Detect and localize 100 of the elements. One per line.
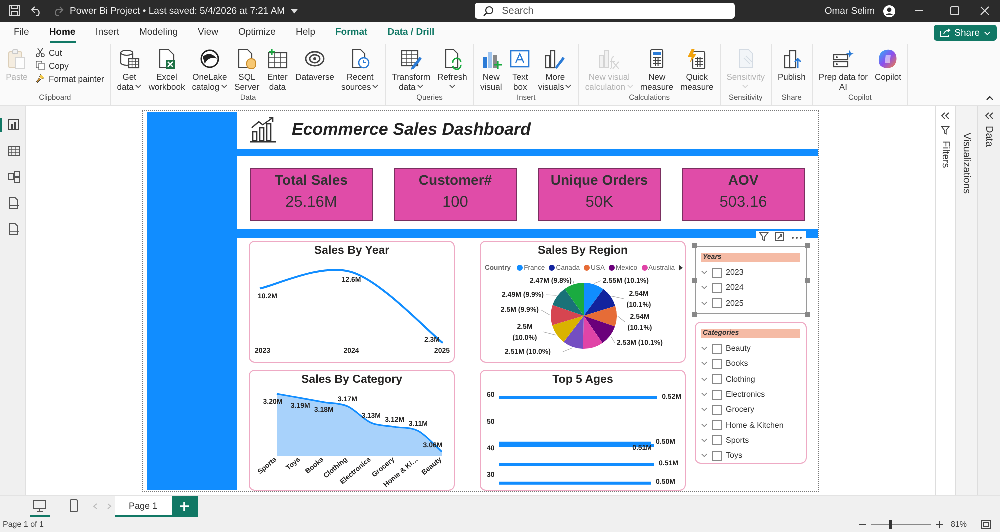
avatar-icon[interactable] bbox=[883, 4, 896, 18]
checkbox[interactable] bbox=[712, 374, 722, 384]
slicer-item[interactable]: Toys bbox=[726, 451, 742, 460]
expand-pane-icon[interactable] bbox=[941, 112, 950, 120]
resize-handle[interactable] bbox=[692, 312, 697, 317]
chevron-down-icon[interactable] bbox=[701, 392, 708, 398]
expand-pane-icon[interactable] bbox=[984, 112, 994, 120]
add-page-button[interactable] bbox=[172, 496, 198, 517]
caret-right-icon[interactable] bbox=[679, 265, 683, 271]
slicer-item[interactable]: 2025 bbox=[726, 298, 744, 308]
caret-down-icon[interactable] bbox=[291, 8, 298, 14]
ribbon-button[interactable]: Prep data for AI bbox=[816, 46, 871, 94]
filter-icon[interactable] bbox=[759, 232, 769, 242]
zoom-out-icon[interactable] bbox=[858, 521, 866, 528]
checkbox[interactable] bbox=[712, 390, 722, 400]
chevron-down-icon[interactable] bbox=[701, 407, 708, 412]
checkbox[interactable] bbox=[712, 450, 722, 461]
fit-page-icon[interactable] bbox=[981, 520, 991, 529]
phone-icon bbox=[67, 498, 81, 512]
slicer-item[interactable]: Clothing bbox=[726, 374, 756, 384]
save-icon[interactable] bbox=[9, 5, 21, 17]
kpi-label: AOV bbox=[728, 172, 759, 188]
menu-tab[interactable]: Help bbox=[286, 23, 326, 43]
zoom-in-icon[interactable] bbox=[936, 521, 943, 528]
slicer-item[interactable]: 2023 bbox=[726, 268, 744, 278]
close-icon[interactable] bbox=[980, 6, 990, 16]
chevron-down-icon[interactable] bbox=[701, 270, 708, 276]
pane-label[interactable]: Data bbox=[984, 126, 994, 148]
checkbox[interactable] bbox=[712, 282, 722, 293]
slider-thumb[interactable] bbox=[889, 520, 892, 529]
slicer-item[interactable]: Grocery bbox=[726, 405, 754, 414]
chevron-down-icon[interactable] bbox=[701, 376, 708, 382]
pane-label[interactable]: Visualizations bbox=[961, 133, 972, 194]
pane-label[interactable]: Filters bbox=[940, 141, 951, 168]
ribbon-button[interactable]: Transform data bbox=[389, 46, 434, 94]
ribbon-button[interactable]: Copy bbox=[32, 59, 108, 72]
menu-tab[interactable]: Modeling bbox=[129, 23, 188, 43]
checkbox[interactable] bbox=[712, 358, 722, 369]
menu-tab[interactable]: View bbox=[188, 23, 228, 43]
ribbon-button[interactable]: More visuals bbox=[535, 46, 576, 94]
ribbon-button[interactable]: Text box bbox=[506, 46, 534, 94]
resize-handle[interactable] bbox=[805, 243, 810, 248]
ribbon-button[interactable]: SQL Server bbox=[232, 46, 263, 94]
chevron-down-icon[interactable] bbox=[701, 285, 708, 290]
search-field[interactable]: Search bbox=[475, 3, 736, 19]
slicer-item[interactable]: Books bbox=[726, 359, 748, 368]
slicer-item[interactable]: Home & Kitchen bbox=[726, 420, 784, 430]
chevron-down-icon[interactable] bbox=[701, 453, 708, 458]
resize-handle[interactable] bbox=[692, 243, 697, 248]
chevron-down-icon[interactable] bbox=[701, 422, 708, 428]
resize-handle[interactable] bbox=[692, 278, 697, 283]
leader-line bbox=[546, 294, 558, 296]
slicer-item[interactable]: Beauty bbox=[726, 344, 751, 354]
ribbon-button[interactable]: Copilot bbox=[872, 46, 904, 84]
menu-tab[interactable]: Insert bbox=[86, 23, 130, 43]
slicer-item[interactable]: Electronics bbox=[726, 390, 766, 400]
ribbon-button[interactable]: Refresh bbox=[434, 46, 470, 94]
checkbox[interactable] bbox=[712, 298, 722, 308]
ribbon-button[interactable]: Dataverse bbox=[292, 46, 338, 84]
slicer-item[interactable]: 2024 bbox=[726, 283, 744, 292]
maximize-icon[interactable] bbox=[950, 6, 960, 16]
undo-icon[interactable] bbox=[31, 5, 43, 17]
ribbon-button[interactable]: New measure bbox=[638, 46, 677, 94]
slicer-item[interactable]: Sports bbox=[726, 436, 750, 445]
page-tab[interactable]: Page 1 bbox=[115, 496, 172, 517]
paintbrush-icon bbox=[35, 73, 46, 84]
checkbox[interactable] bbox=[712, 435, 722, 446]
ribbon-button[interactable]: Recent sources bbox=[338, 46, 382, 94]
share-button[interactable]: Share bbox=[934, 25, 997, 41]
ribbon-button[interactable]: Enter data bbox=[264, 46, 292, 94]
menu-tab[interactable]: Format bbox=[326, 23, 378, 43]
ribbon-button[interactable]: Get data bbox=[114, 46, 145, 94]
copy-icon bbox=[35, 60, 46, 71]
chevron-down-icon[interactable] bbox=[701, 361, 708, 366]
ribbon-button[interactable]: Excel workbook bbox=[146, 46, 188, 94]
checkbox[interactable] bbox=[712, 404, 722, 415]
ribbon-button[interactable]: Cut bbox=[32, 46, 108, 59]
redo-icon[interactable] bbox=[52, 5, 64, 17]
chevron-down-icon[interactable] bbox=[701, 346, 708, 352]
ribbon-button[interactable]: Publish bbox=[774, 46, 809, 84]
resize-handle[interactable] bbox=[805, 278, 810, 283]
ribbon-button[interactable]: Quick measure bbox=[678, 46, 717, 94]
menu-tab[interactable]: Optimize bbox=[228, 23, 286, 43]
collapse-icon[interactable] bbox=[986, 96, 994, 101]
ribbon-button[interactable]: OneLake catalog bbox=[189, 46, 231, 94]
checkbox[interactable] bbox=[712, 268, 722, 278]
ribbon-button[interactable]: Format painter bbox=[32, 72, 108, 85]
leader-line bbox=[611, 296, 624, 300]
menu-tab[interactable]: Data / Drill bbox=[378, 23, 445, 43]
kpi-value: 100 bbox=[442, 194, 468, 212]
chevron-down-icon[interactable] bbox=[701, 438, 708, 443]
menu-tab[interactable]: File bbox=[4, 23, 40, 43]
filter-icon[interactable] bbox=[941, 126, 950, 135]
checkbox[interactable] bbox=[712, 420, 722, 430]
kpi-label: Unique Orders bbox=[550, 172, 648, 188]
chevron-down-icon[interactable] bbox=[701, 300, 708, 306]
focus-mode-icon[interactable] bbox=[775, 232, 785, 242]
resize-handle[interactable] bbox=[805, 312, 810, 317]
checkbox[interactable] bbox=[712, 344, 722, 354]
ribbon-button[interactable]: New visual bbox=[477, 46, 506, 94]
